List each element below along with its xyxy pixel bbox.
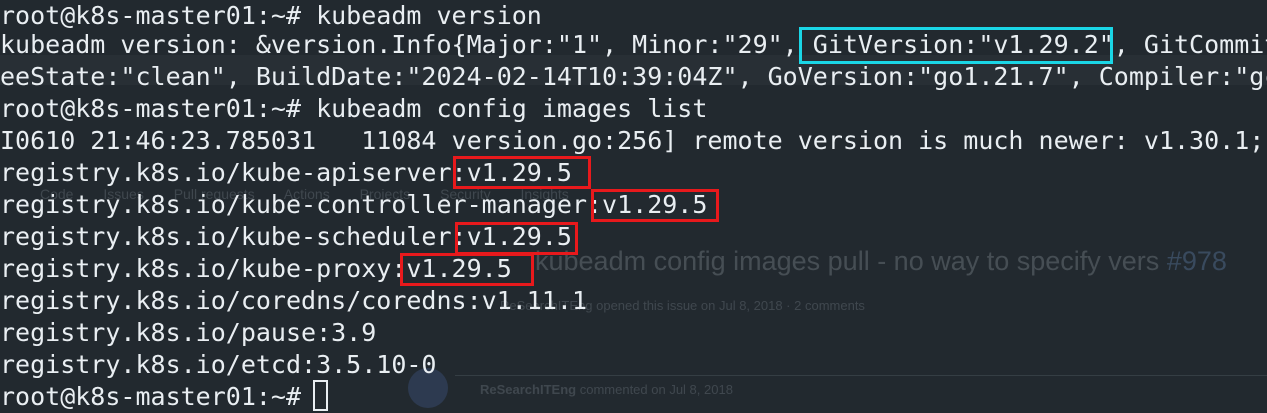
terminal-line-prompt-current: root@k8s-master01:~# [0,382,317,411]
terminal-line-pause: registry.k8s.io/pause:3.9 [0,318,377,347]
terminal-line-version-warning: I0610 21:46:23.785031 11084 version.go:2… [0,126,1265,155]
terminal-line-prompt-images-list: root@k8s-master01:~# kubeadm config imag… [0,94,708,123]
terminal-line-build-info: eeState:"clean", BuildDate:"2024-02-14T1… [0,62,1267,91]
terminal-line-etcd: registry.k8s.io/etcd:3.5.10-0 [0,350,437,379]
gitversion-highlight-box [799,27,1113,64]
terminal-line-coredns: registry.k8s.io/coredns/coredns:v1.11.1 [0,286,587,315]
kube-proxy-version-highlight-box [400,253,534,286]
kube-apiserver-version-highlight-box [453,156,591,189]
kube-scheduler-version-highlight-box [455,222,578,255]
terminal-cursor [313,380,328,411]
kube-controller-manager-version-highlight-box [591,189,719,222]
terminal-line-prompt-kubeadm-version: root@k8s-master01:~# kubeadm version [0,1,542,30]
